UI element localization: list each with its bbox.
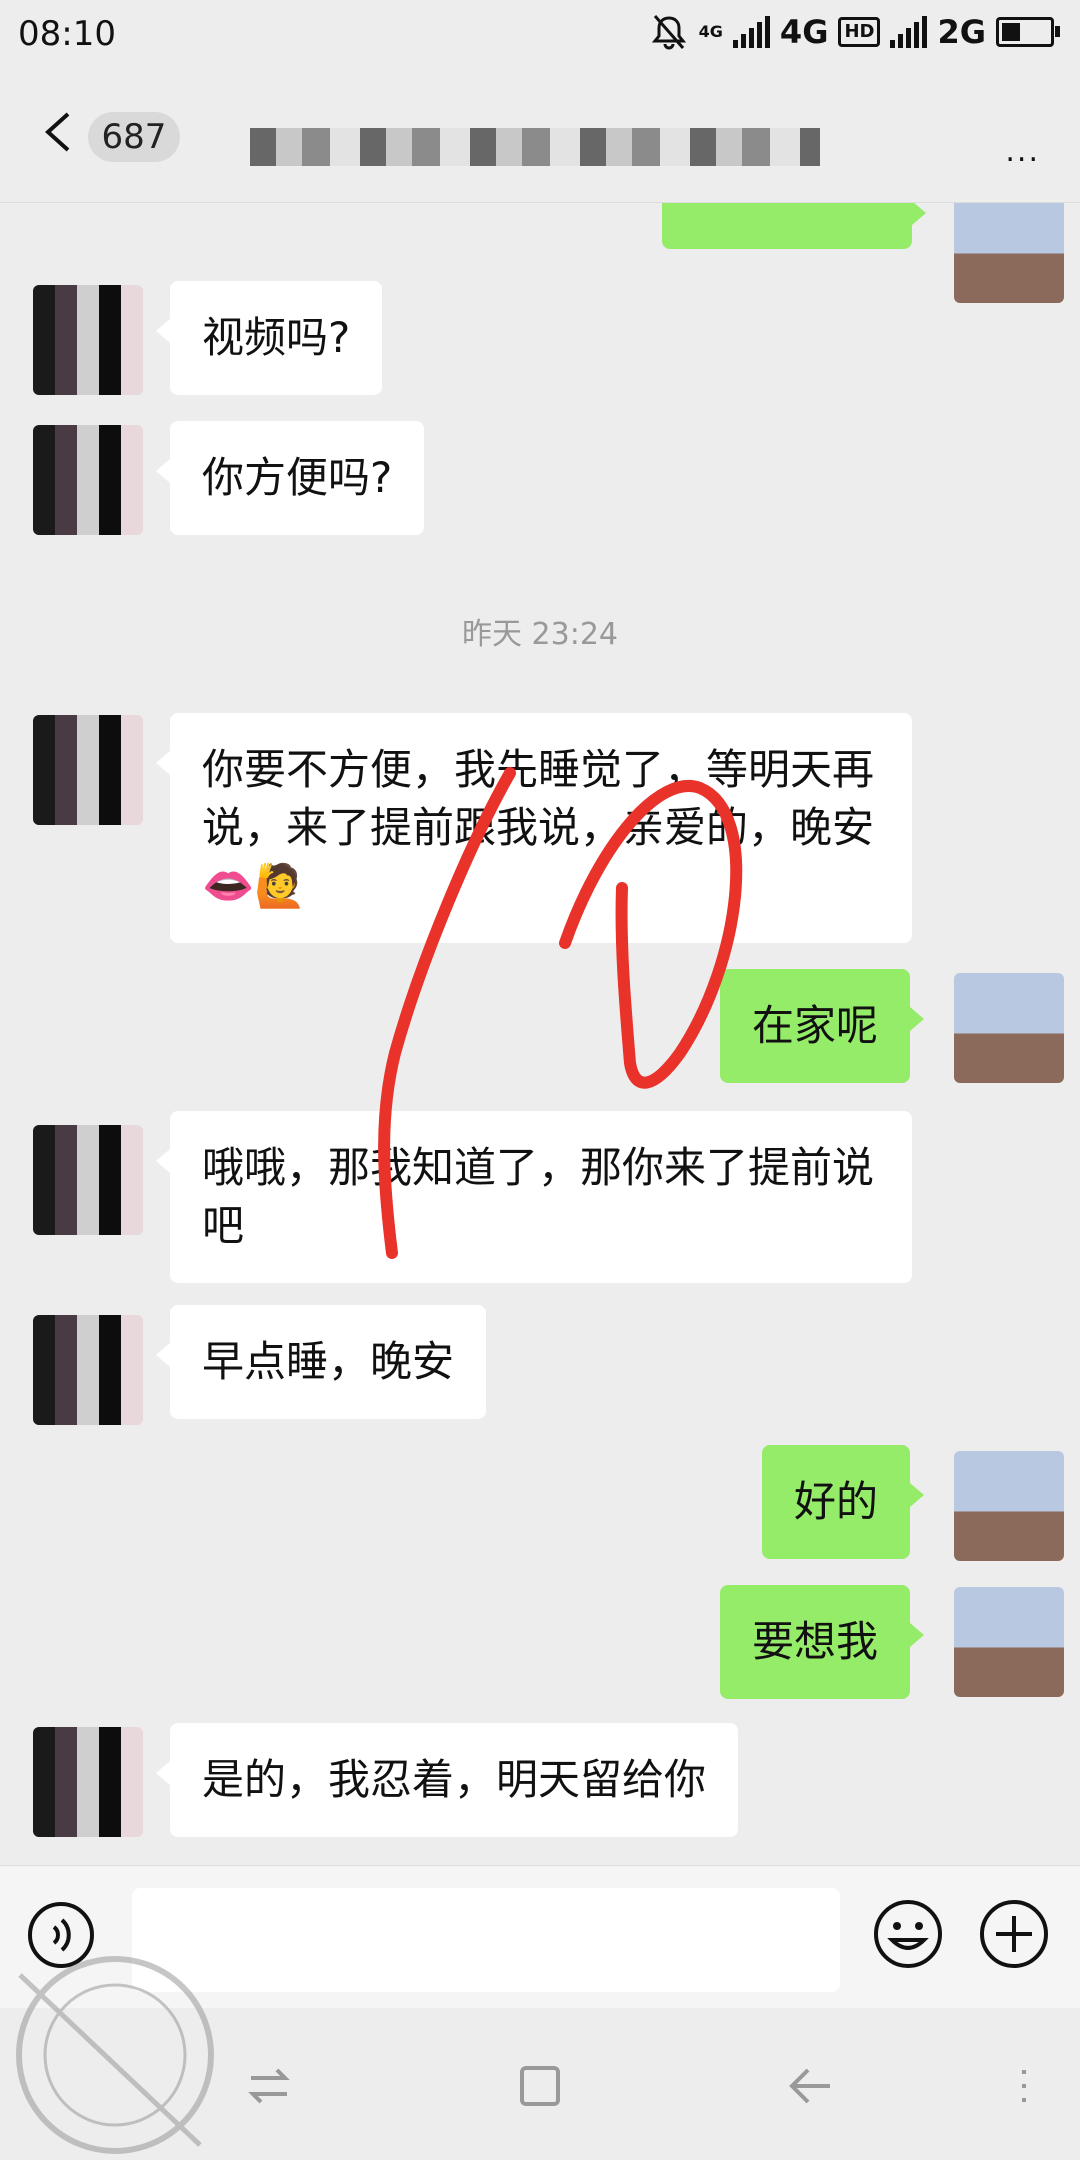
avatar-contact[interactable]	[33, 1125, 143, 1235]
message-bubble-received[interactable]: 哦哦，那我知道了，那你来了提前说吧	[156, 1111, 912, 1283]
message-bubble-received[interactable]: 早点睡，晚安	[155, 1305, 487, 1419]
status-icons: 4G 4G HD 2G	[649, 12, 1060, 52]
bell-muted-icon	[651, 15, 686, 50]
message-input[interactable]	[132, 1888, 840, 1992]
avatar-contact[interactable]	[33, 1315, 143, 1425]
avatar-self[interactable]	[954, 1587, 1064, 1697]
nav-menu-icon[interactable]	[1000, 2062, 1048, 2110]
message-timestamp: 昨天 23:24	[462, 617, 618, 652]
system-nav-bar	[0, 2008, 1080, 2160]
signal-1-icon	[732, 16, 770, 48]
back-icon[interactable]	[40, 110, 74, 154]
message-bubble-partial[interactable]	[662, 203, 926, 249]
message-input-bar	[0, 1865, 1080, 2008]
plus-icon[interactable]	[978, 1898, 1050, 1970]
signal-2-icon	[890, 16, 928, 48]
hd-badge: HD	[838, 17, 881, 47]
message-bubble-sent[interactable]: 在家呢	[719, 969, 925, 1083]
unread-count-badge[interactable]: 687	[88, 112, 180, 162]
nav-back-icon[interactable]	[786, 2062, 834, 2110]
emoji-icon[interactable]	[872, 1898, 944, 1970]
message-bubble-sent[interactable]: 好的	[761, 1445, 925, 1559]
chat-messages: 视频吗? 你方便吗? 昨天 23:24 你要不方便，我先睡觉了，等明天再说，来了…	[0, 203, 1080, 1863]
red-scribble-annotation	[378, 767, 743, 1259]
avatar-contact[interactable]	[33, 425, 143, 535]
voice-icon[interactable]	[28, 1902, 94, 1968]
message-bubble-received[interactable]: 你要不方便，我先睡觉了，等明天再说，来了提前跟我说，亲爱的，晚安👄🙋	[156, 713, 912, 943]
battery-icon	[996, 17, 1060, 47]
network-1: 4G	[779, 13, 829, 51]
nav-switch-icon[interactable]	[245, 2062, 293, 2110]
message-bubble-received[interactable]: 是的，我忍着，明天留给你	[155, 1723, 739, 1837]
avatar-self[interactable]	[954, 1451, 1064, 1561]
avatar-self[interactable]	[954, 203, 1064, 303]
lte-tag: 4G	[698, 22, 723, 41]
network-2: 2G	[937, 13, 986, 51]
message-bubble-received[interactable]: 你方便吗?	[155, 421, 425, 535]
status-bar: 08:10 4G 4G HD 2G	[0, 0, 1080, 72]
avatar-contact[interactable]	[33, 715, 143, 825]
nav-home-icon[interactable]	[516, 2062, 564, 2110]
avatar-contact[interactable]	[33, 285, 143, 395]
avatar-contact[interactable]	[33, 1727, 143, 1837]
more-options-button[interactable]: ...	[1005, 134, 1040, 169]
chat-title-pixelated	[250, 128, 820, 166]
status-time: 08:10	[18, 14, 116, 54]
message-bubble-received[interactable]: 视频吗?	[155, 281, 383, 395]
avatar-self[interactable]	[954, 973, 1064, 1083]
chat-header: 687 ...	[0, 72, 1080, 203]
message-bubble-sent[interactable]: 要想我	[719, 1585, 925, 1699]
